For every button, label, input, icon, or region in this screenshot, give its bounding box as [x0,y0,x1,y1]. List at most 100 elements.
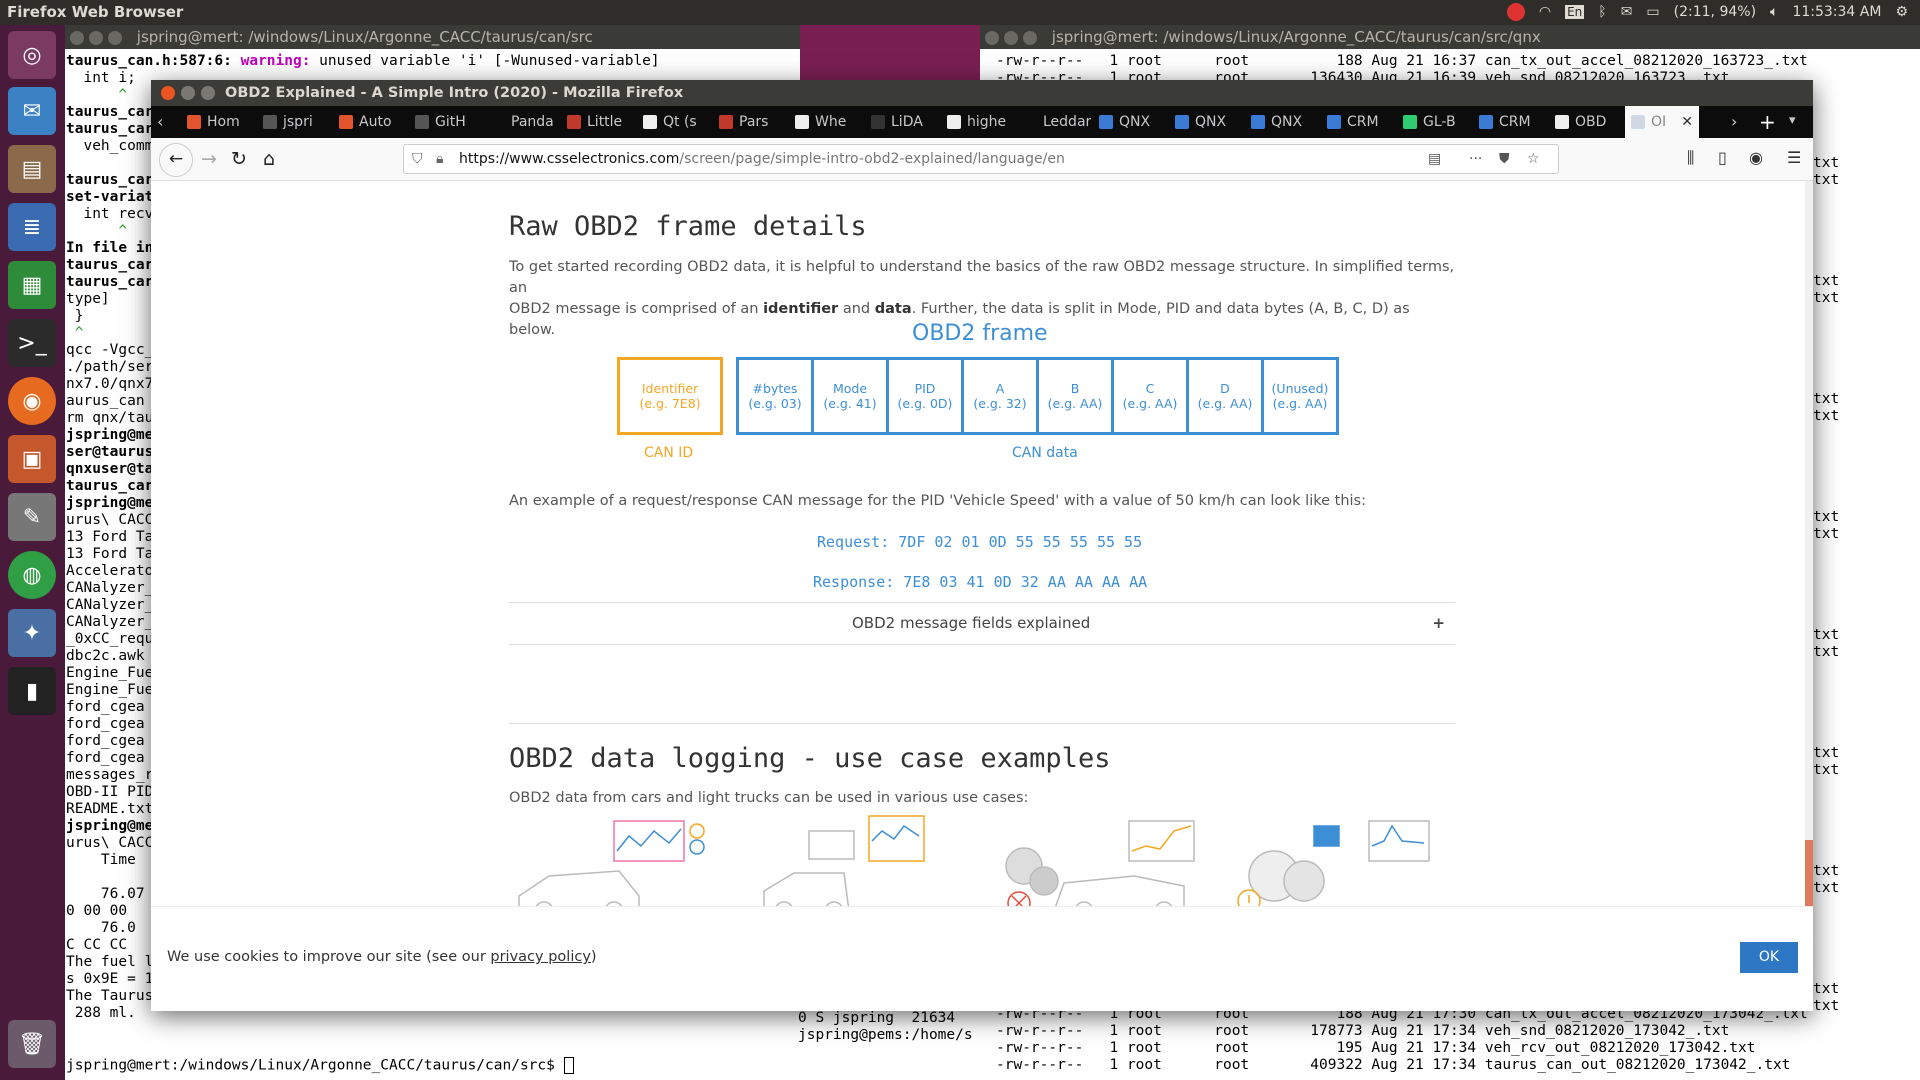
window-title: OBD2 Explained - A Simple Intro (2020) -… [225,85,684,101]
browser-tab[interactable]: QNX [1245,106,1319,138]
tab-scroll-left-icon[interactable]: ‹ [157,112,163,131]
right-terminal-titlebar[interactable]: jspring@mert: /windows/Linux/Argonne_CAC… [980,25,1920,49]
browser-tab[interactable]: jspri [257,106,331,138]
browser-tab[interactable]: Leddar [1017,106,1091,138]
stop-icon[interactable] [1506,3,1525,21]
bluetooth-icon[interactable]: ᛒ [1598,4,1606,20]
browser-tab[interactable]: QNX [1169,106,1243,138]
maximize-icon[interactable] [1023,30,1037,45]
browser-tab[interactable]: Little [561,106,635,138]
atom-icon[interactable]: ✦ [8,609,56,657]
close-tab-icon[interactable]: ✕ [1681,106,1693,138]
writer-icon[interactable]: ≣ [8,203,56,251]
firefox-titlebar[interactable]: OBD2 Explained - A Simple Intro (2020) -… [151,80,1813,106]
maximize-icon[interactable] [108,30,122,45]
home-icon[interactable]: ⌂ [257,148,281,170]
terminal-line: txt [1813,745,1840,761]
browser-tab[interactable]: CRM [1321,106,1395,138]
menu-icon[interactable]: ☰ [1787,148,1801,167]
reload-icon[interactable]: ↻ [227,148,251,170]
library-icon[interactable]: ⫼ [1687,148,1694,168]
warning-label: warning: [240,53,311,69]
browser-tab[interactable]: GL-B [1397,106,1471,138]
trash-icon[interactable]: 🗑︎ [8,1020,56,1068]
shield-icon[interactable]: ⛉ [412,145,423,173]
sidebar-icon[interactable]: ▯ [1718,148,1727,167]
gear-icon[interactable]: ⚙ [1895,4,1908,20]
new-tab-icon[interactable]: + [1759,110,1776,134]
url-bar[interactable]: ⛉ 🔒︎ https://www.csselectronics.com/scre… [403,144,1559,174]
close-icon[interactable] [70,30,84,45]
lock-icon[interactable]: 🔒︎ [436,145,443,173]
tab-scroll-right-icon[interactable]: › [1731,112,1737,131]
close-icon[interactable] [985,30,999,45]
terminal-icon[interactable]: >_ [8,319,56,367]
expand-icon[interactable]: + [1432,614,1445,632]
settings-icon[interactable]: ✎ [8,493,56,541]
tab-label: Little [587,114,623,130]
browser-tab[interactable]: LiDA [865,106,939,138]
battery-status[interactable]: (2:11, 94%) [1674,4,1756,20]
browser-tab[interactable]: highe [941,106,1015,138]
clock[interactable]: 11:53:34 AM [1792,4,1881,20]
browser-tab[interactable]: Panda F [485,106,559,138]
bookmark-star-icon[interactable]: ☆ [1527,145,1540,173]
browser-tab[interactable]: QNX [1093,106,1167,138]
pocket-icon[interactable]: ⛊ [1499,145,1510,173]
tab-favicon-icon [871,115,885,129]
engine-sdcard-illustration [1237,820,1430,913]
usb-drive-icon[interactable]: ▮ [8,667,56,715]
privacy-policy-link[interactable]: privacy policy [490,949,591,965]
cookie-ok-button[interactable]: OK [1740,942,1798,973]
firefox-window: OBD2 Explained - A Simple Intro (2020) -… [151,80,1813,1011]
terminal-line: txt [1813,391,1840,407]
maximize-icon[interactable] [201,86,215,100]
reader-view-icon[interactable]: ▤ [1428,145,1441,173]
ubuntu-icon[interactable]: ◎ [8,31,56,79]
tab-list-chevron-icon[interactable]: ▾ [1789,113,1796,128]
terminal-line: txt [1813,155,1840,171]
browser-tab[interactable]: Whe [789,106,863,138]
terminal-line: 0 S jspring 21634 [798,1010,956,1026]
impress-icon[interactable]: ▣ [8,435,56,483]
browser-tab[interactable]: GitH [409,106,483,138]
account-icon[interactable]: ◉ [1749,148,1763,167]
back-icon[interactable]: ← [159,143,193,177]
tab-favicon-icon [1327,115,1341,129]
thunderbird-icon[interactable]: ✉ [8,87,56,135]
forward-icon[interactable]: → [197,148,221,170]
browser-tab[interactable]: Qt (s [637,106,711,138]
identifier-box: Identifier (e.g. 7E8) [617,357,723,435]
tab-favicon-icon [1175,115,1189,129]
page-scrollbar[interactable] [1805,181,1813,906]
tab-label: QNX [1195,114,1227,130]
browser-tab[interactable]: Hom [181,106,255,138]
browser-tab[interactable]: CRM [1473,106,1547,138]
wifi-icon[interactable]: ◠ [1539,4,1551,20]
car-laptop-illustration [763,815,925,921]
terminal-line: txt [1813,627,1840,643]
files-icon[interactable]: ▤ [8,145,56,193]
keyboard-layout[interactable]: En [1565,5,1585,19]
browser-tab[interactable]: OI ✕ [1625,106,1699,138]
battery-icon[interactable]: ▭ [1646,4,1659,20]
minimize-icon[interactable] [1004,30,1018,45]
navigation-toolbar: ← → ↻ ⌂ ⛉ 🔒︎ https://www.csselectronics.… [151,138,1813,181]
middle-terminal[interactable]: 0 S jspring 21634 jspring@pems:/home/s [797,1008,980,1080]
terminal-line: -rw-r--r-- 1 root root 409322 Aug 21 17:… [996,1057,1791,1073]
page-actions-icon[interactable]: ··· [1469,145,1482,173]
mail-icon[interactable]: ✉ [1621,4,1633,20]
left-terminal-titlebar[interactable]: jspring@mert: /windows/Linux/Argonne_CAC… [65,25,800,49]
minimize-icon[interactable] [181,86,195,100]
close-icon[interactable] [161,86,175,100]
browser-tab[interactable]: Auto [333,106,407,138]
accordion-message-fields[interactable]: OBD2 message fields explained + [509,603,1455,644]
volume-icon[interactable]: 🔈︎ [1770,4,1778,20]
firefox-icon[interactable]: ◉ [8,377,56,425]
calc-icon[interactable]: ▦ [8,261,56,309]
terminal-line: txt [1813,998,1840,1014]
browser-tab[interactable]: Pars [713,106,787,138]
chrome-icon[interactable]: ◍ [8,551,56,599]
minimize-icon[interactable] [89,30,103,45]
browser-tab[interactable]: OBD [1549,106,1623,138]
